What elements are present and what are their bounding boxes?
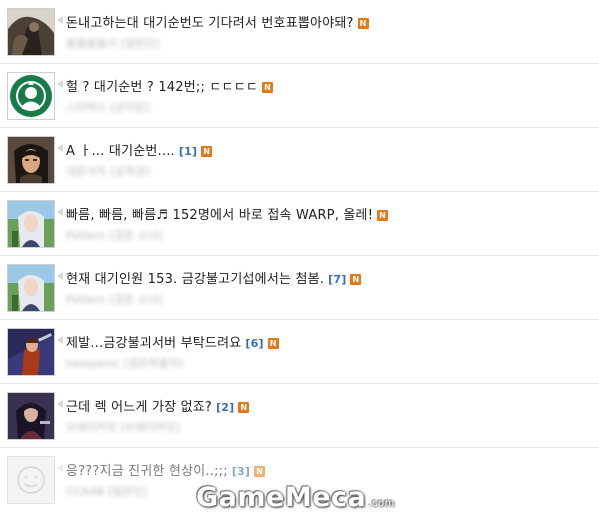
list-item: 빠름, 빠름, 빠름♬ 152명에서 바로 접속 WARP, 올레! N Patt… [0,192,599,256]
comment-count[interactable]: [2] [216,401,234,414]
speech-tip [57,272,63,280]
comment-count[interactable]: [3] [232,465,250,478]
post-author-line: 봄봄봄봄서 [일반인] [66,35,160,51]
starbucks-logo-avatar-icon[interactable] [7,72,55,120]
author-level: [상위권] [110,165,150,178]
post-title-line: 응???지금 진귀한 현상이..;;; [3] N [66,460,266,479]
list-item: 헐 ? 대기순번 ? 142번;; ㄷㄷㄷㄷ N 스타벅스 [군이된] [0,64,599,128]
post-title-line: 현재 대기인원 153. 금강불고기섭에서는 첨봄. [7] N [66,268,362,287]
post-title-link[interactable]: 빠름, 빠름, 빠름♬ 152명에서 바로 접속 WARP, 올레! [66,208,373,223]
author-name[interactable]: 브레이커잇 [66,421,117,434]
post-author-line: 스타벅스 [군이된] [66,99,149,115]
author-level: [검은착용자] [123,357,183,370]
comment-count[interactable]: [1] [179,145,197,158]
new-badge-icon: N [201,146,213,157]
speech-tip [57,464,63,472]
list-item: 제발...금강불괴서버 부탁드려요 [6] N bestpanic [검은착용자] [0,320,599,384]
gamemeca-watermark-logo: GameMeca .com [196,482,395,513]
watermark-suffix: .com [368,498,395,509]
dark-hair-character-avatar-icon[interactable] [7,136,55,184]
author-name[interactable]: bestpanic [66,357,120,370]
dark-fighter-avatar-icon[interactable] [7,392,55,440]
speech-tip [57,80,63,88]
speech-tip [57,208,63,216]
new-badge-icon: N [350,274,362,285]
new-badge-icon: N [357,18,369,29]
watermark-brand: GameMeca [196,482,367,513]
post-title-link[interactable]: 헐 ? 대기순번 ? 142번;; ㄷㄷㄷㄷ [66,80,258,95]
list-item: A ㅏ... 대기순번.... [1] N 네온서지 [상위권] [0,128,599,192]
post-author-line: 브레이커잇 [브레이커잇] [66,419,180,435]
post-author-line: Pattern [검은 소녀] [66,227,162,243]
author-name[interactable]: Pattern [66,293,106,306]
warrior-pose-avatar-icon[interactable] [7,328,55,376]
post-title-link[interactable]: 돈내고하는대 대기순번도 기다려서 번호표뽑아야돼? [66,16,354,31]
post-title-link[interactable]: 현재 대기인원 153. 금강불고기섭에서는 첨봄. [66,272,324,287]
post-title-line: 근데 렉 어느게 가장 없죠? [2] N [66,396,250,415]
post-author-line: 네온서지 [상위권] [66,163,149,179]
post-title-line: A ㅏ... 대기순번.... [1] N [66,140,213,159]
new-badge-icon: N [377,210,389,221]
post-title-line: 헐 ? 대기순번 ? 142번;; ㄷㄷㄷㄷ N [66,76,274,95]
speech-tip [57,400,63,408]
post-list: 돈내고하는대 대기순번도 기다려서 번호표뽑아야돼? N 봄봄봄봄서 [일반인] 헐… [0,0,599,512]
new-badge-icon: N [267,338,279,349]
new-badge-icon: N [238,402,250,413]
list-item: 근데 렉 어느게 가장 없죠? [2] N 브레이커잇 [브레이커잇] [0,384,599,448]
comment-count[interactable]: [6] [245,337,263,350]
post-author-line: bestpanic [검은착용자] [66,355,183,371]
default-smiley-avatar-icon[interactable] [7,456,55,504]
list-item: 현재 대기인원 153. 금강불고기섭에서는 첨봄. [7] N Pattern [검… [0,256,599,320]
dark-warrior-avatar-icon[interactable] [7,8,55,56]
post-author-line: Pattern [검은 소녀] [66,291,162,307]
author-name[interactable]: 네온서지 [66,165,106,178]
author-level: [일반인] [120,37,160,50]
author-level: [검은 소녀] [109,229,163,242]
speech-tip [57,336,63,344]
new-badge-icon: N [262,82,274,93]
author-level: [검은 소녀] [109,293,163,306]
post-title-link[interactable]: 근데 렉 어느게 가장 없죠? [66,400,212,415]
post-title-line: 돈내고하는대 대기순번도 기다려서 번호표뽑아야돼? N [66,12,369,31]
author-level: [브레이커잇] [120,421,180,434]
white-hair-character-avatar-icon[interactable] [7,200,55,248]
post-author-line: CCAAB [일반인] [66,483,147,499]
speech-tip [57,16,63,24]
author-name[interactable]: 봄봄봄봄서 [66,37,117,50]
comment-count[interactable]: [7] [328,273,346,286]
white-hair-character-avatar-icon[interactable] [7,264,55,312]
author-level: [일반인] [108,485,148,498]
author-level: [군이된] [110,101,150,114]
post-title-link[interactable]: 제발...금강불괴서버 부탁드려요 [66,336,241,351]
list-item: 돈내고하는대 대기순번도 기다려서 번호표뽑아야돼? N 봄봄봄봄서 [일반인] [0,0,599,64]
post-title-link[interactable]: 응???지금 진귀한 현상이..;;; [66,464,228,479]
new-badge-icon: N [254,466,266,477]
post-title-line: 빠름, 빠름, 빠름♬ 152명에서 바로 접속 WARP, 올레! N [66,204,389,223]
post-title-line: 제발...금강불괴서버 부탁드려요 [6] N [66,332,279,351]
author-name[interactable]: 스타벅스 [66,101,106,114]
author-name[interactable]: Pattern [66,229,106,242]
post-title-link[interactable]: A ㅏ... 대기순번.... [66,144,175,159]
author-name[interactable]: CCAAB [66,485,104,498]
speech-tip [57,144,63,152]
